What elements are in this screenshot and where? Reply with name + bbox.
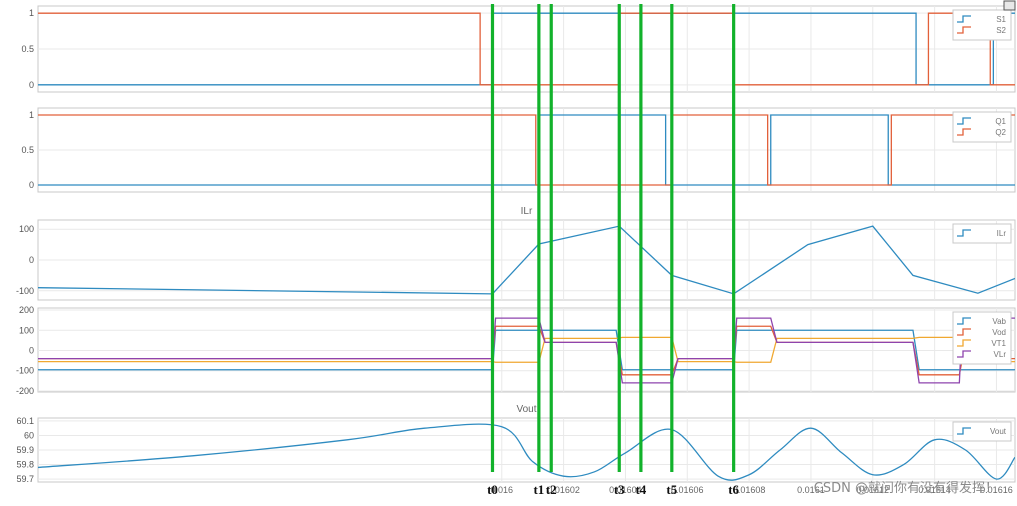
- panel-2: 00.51Q1Q2: [21, 107, 1016, 193]
- legend: S1S2: [952, 9, 1012, 41]
- marker-label: t6: [728, 482, 739, 497]
- y-tick-label: 0.5: [21, 44, 34, 54]
- legend-label: S2: [996, 26, 1006, 35]
- y-tick-label: -100: [16, 366, 34, 376]
- y-tick-label: 59.8: [16, 460, 34, 470]
- marker-label: t4: [635, 482, 646, 497]
- legend: Vab Vod VT1 VLr: [952, 311, 1012, 365]
- legend-label: Q2: [995, 128, 1006, 137]
- window-restore-button[interactable]: [1003, 0, 1016, 11]
- y-tick-label: 0.5: [21, 145, 34, 155]
- y-tick-label: 59.7: [16, 474, 34, 484]
- y-tick-label: 200: [19, 305, 34, 315]
- watermark: CSDN @就问你有没有得发挥！: [814, 480, 998, 496]
- y-tick-label: 1: [29, 110, 34, 120]
- panel-1: 00.51S1S2: [21, 5, 1016, 93]
- legend-label: Q1: [995, 117, 1006, 126]
- y-tick-label: 0: [29, 346, 34, 356]
- y-tick-label: 100: [19, 325, 34, 335]
- legend-label: S1: [996, 15, 1006, 24]
- panel-4: -200 -100 0 100 200 Vab Vod VT1 VLr: [16, 305, 1016, 396]
- legend-label: VLr: [994, 350, 1007, 359]
- marker-label: t1: [533, 482, 544, 497]
- marker-label: t2: [546, 482, 557, 497]
- y-tick-label: -200: [16, 386, 34, 396]
- y-tick-label: 100: [19, 224, 34, 234]
- y-tick-label: 60.1: [16, 416, 34, 426]
- y-tick-label: 0: [29, 80, 34, 90]
- panels-layer: 00.51S1S200.51Q1Q2-1000100ILrILr-200-100…: [16, 5, 1016, 495]
- panel-3: -100 0 100 ILr ILr: [16, 206, 1016, 301]
- y-tick-label: 59.9: [16, 445, 34, 455]
- oscilloscope-figure: 00.51S1S200.51Q1Q2-1000100ILrILr-200-100…: [16, 0, 1016, 497]
- legend: ILr: [952, 223, 1012, 244]
- legend-label: Vod: [992, 328, 1006, 337]
- y-tick-label: -100: [16, 286, 34, 296]
- legend-label: ILr: [997, 229, 1007, 238]
- panel-title: Vout: [516, 404, 536, 415]
- y-tick-label: 60: [24, 430, 34, 440]
- marker-label: t3: [614, 482, 625, 497]
- plot-area: [37, 307, 1016, 393]
- marker-label: t0: [487, 482, 498, 497]
- y-tick-label: 0: [29, 255, 34, 265]
- marker-label: t5: [666, 482, 677, 497]
- y-tick-label: 1: [29, 8, 34, 18]
- panel-title: ILr: [521, 206, 533, 217]
- legend: Vout: [952, 421, 1012, 442]
- legend: Q1Q2: [952, 111, 1012, 143]
- y-tick-label: 0: [29, 180, 34, 190]
- legend-label: VT1: [991, 339, 1006, 348]
- legend-label: Vab: [992, 317, 1006, 326]
- legend-label: Vout: [990, 427, 1007, 436]
